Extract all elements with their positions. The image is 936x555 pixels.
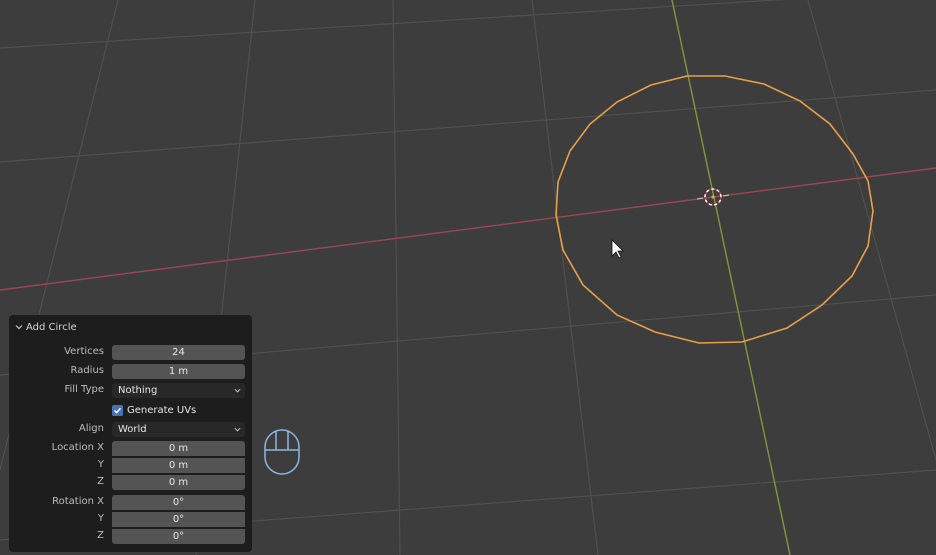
align-value: World bbox=[118, 424, 147, 435]
panel-header[interactable]: Add Circle bbox=[15, 320, 77, 334]
rotation-z-label: Z bbox=[97, 530, 104, 541]
checkbox-box[interactable] bbox=[112, 404, 123, 416]
align-label: Align bbox=[78, 423, 104, 434]
radius-field[interactable]: 1 m bbox=[112, 364, 245, 379]
rotation-y-field[interactable]: 0° bbox=[112, 512, 245, 527]
fill-type-dropdown[interactable]: Nothing bbox=[112, 383, 245, 398]
generate-uvs-checkbox[interactable]: Generate UVs bbox=[112, 403, 196, 417]
location-z-label: Z bbox=[97, 476, 104, 487]
x-axis-line bbox=[0, 167, 936, 291]
fill-type-value: Nothing bbox=[118, 385, 158, 396]
fill-type-label: Fill Type bbox=[64, 384, 104, 395]
location-y-label: Y bbox=[97, 459, 104, 470]
checkmark-icon bbox=[113, 407, 122, 414]
location-z-field[interactable]: 0 m bbox=[112, 475, 245, 490]
chevron-down-icon bbox=[15, 325, 23, 330]
align-dropdown[interactable]: World bbox=[112, 422, 245, 437]
vertices-label: Vertices bbox=[64, 346, 104, 357]
location-x-label: Location X bbox=[51, 442, 104, 453]
y-axis-line bbox=[671, 0, 791, 555]
generate-uvs-label: Generate UVs bbox=[127, 404, 197, 416]
vertices-field[interactable]: 24 bbox=[112, 345, 245, 360]
panel-title: Add Circle bbox=[26, 321, 77, 333]
rotation-z-field[interactable]: 0° bbox=[112, 529, 245, 544]
cursor-icon bbox=[611, 239, 624, 259]
chevron-down-icon bbox=[234, 388, 241, 393]
location-y-field[interactable]: 0 m bbox=[112, 458, 245, 473]
rotation-x-field[interactable]: 0° bbox=[112, 495, 245, 510]
rotation-y-label: Y bbox=[97, 513, 104, 524]
chevron-down-icon bbox=[234, 427, 241, 432]
location-x-field[interactable]: 0 m bbox=[112, 441, 245, 456]
radius-label: Radius bbox=[70, 365, 104, 376]
operator-panel: Add Circle Vertices 24 Radius 1 m Fill T… bbox=[9, 315, 252, 552]
rotation-x-label: Rotation X bbox=[52, 496, 104, 507]
mouse-icon bbox=[264, 429, 300, 475]
